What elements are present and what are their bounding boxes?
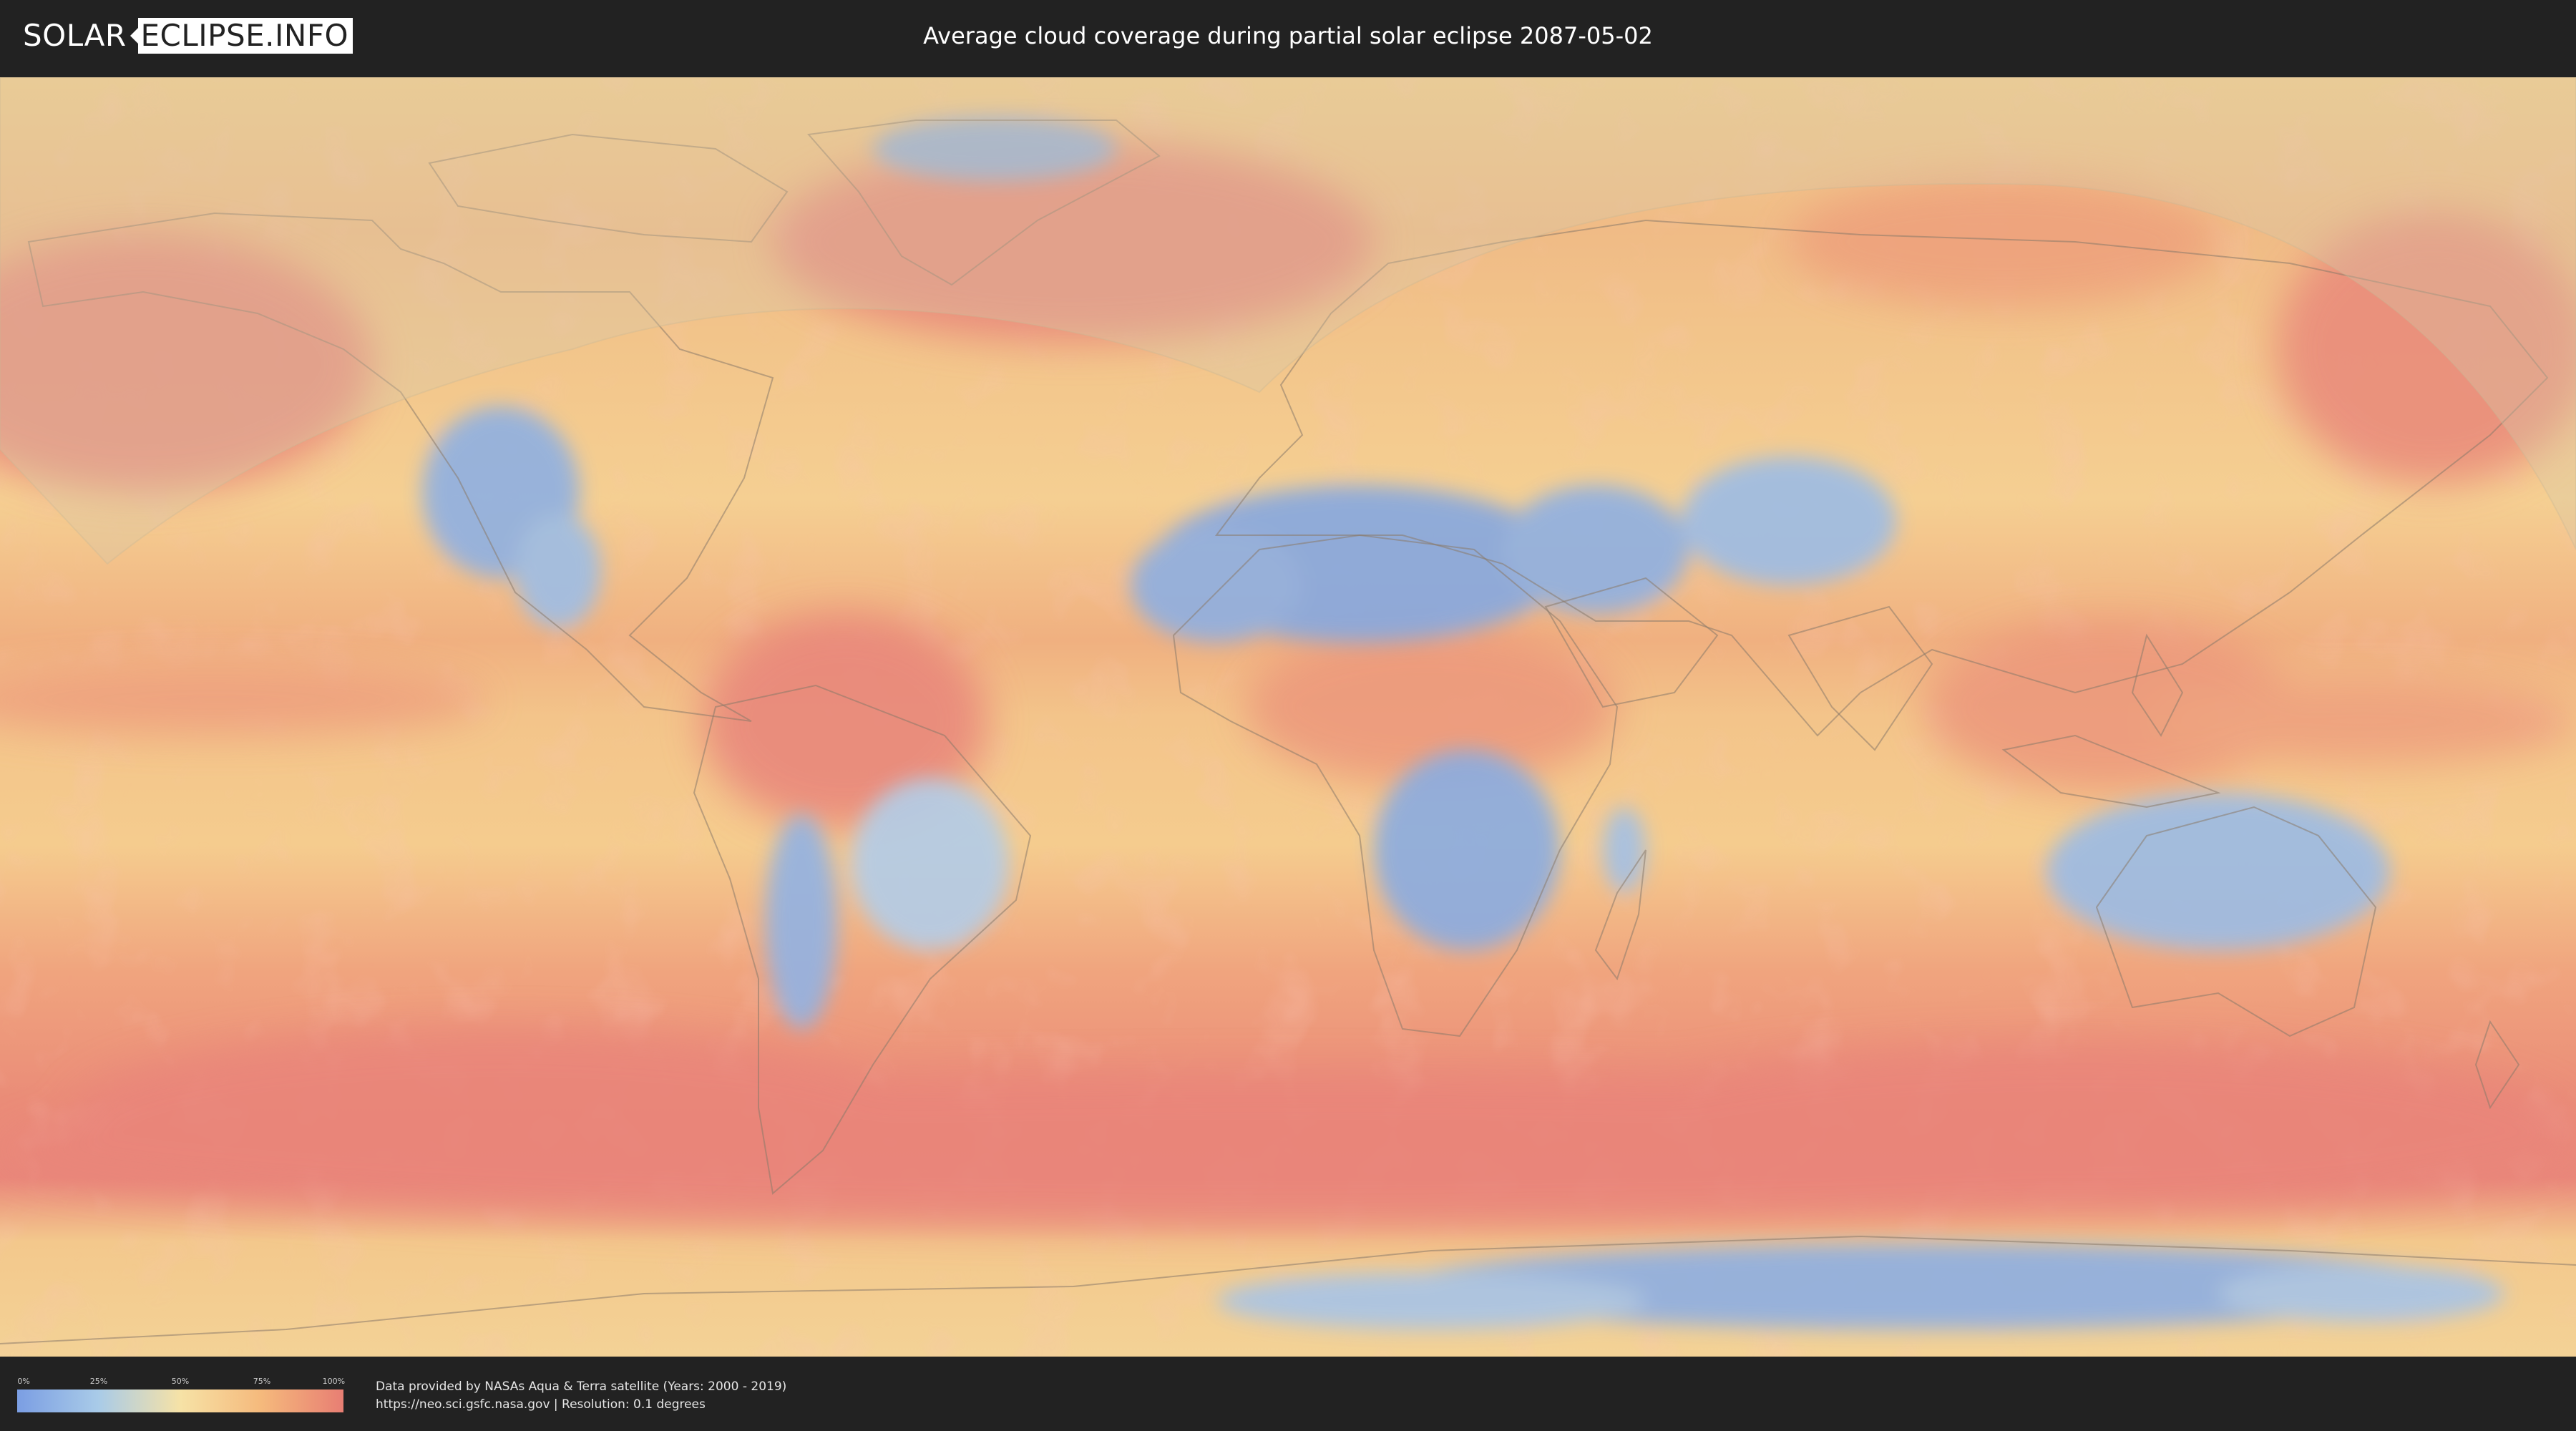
world-map-graphic: [0, 77, 2576, 1357]
data-credits: Data provided by NASAs Aqua & Terra sate…: [376, 1378, 786, 1414]
header-bar: SOLAR ECLIPSE.INFO Average cloud coverag…: [0, 0, 2576, 72]
legend-ticks: 0% 25% 50% 75% 100%: [17, 1377, 346, 1388]
credit-line-url[interactable]: https://neo.sci.gsfc.nasa.gov | Resoluti…: [376, 1396, 786, 1414]
page-title: Average cloud coverage during partial so…: [923, 22, 1653, 49]
cloud-coverage-map[interactable]: [0, 77, 2576, 1357]
cloud-coverage-legend: 0% 25% 50% 75% 100%: [17, 1377, 346, 1412]
footer-bar: 0% 25% 50% 75% 100% Data provided by NAS…: [0, 1357, 2576, 1431]
legend-tick-25: 25%: [89, 1377, 108, 1386]
legend-tick-75: 75%: [253, 1377, 271, 1386]
credit-line-source: Data provided by NASAs Aqua & Terra sate…: [376, 1379, 787, 1394]
legend-tick-0: 0%: [17, 1377, 30, 1386]
legend-color-bar: [17, 1390, 343, 1412]
legend-tick-50: 50%: [171, 1377, 190, 1386]
legend-tick-100: 100%: [322, 1377, 346, 1386]
